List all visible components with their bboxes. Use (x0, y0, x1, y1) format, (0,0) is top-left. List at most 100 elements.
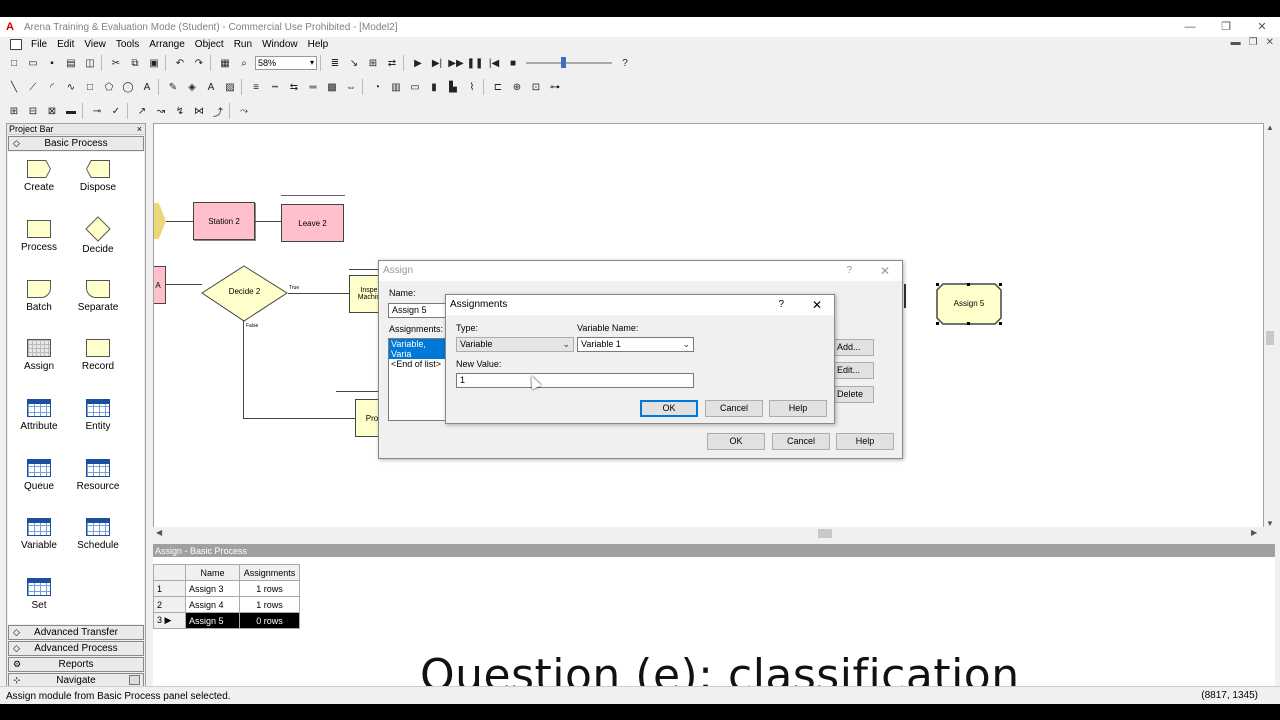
global-anim-icon[interactable]: ⊡ (528, 79, 544, 95)
decide-2-block[interactable]: Decide 2 (201, 265, 288, 322)
list-item-selected[interactable]: Variable, Varia (389, 339, 447, 359)
module-set[interactable]: Set (9, 578, 69, 611)
show-dimensions-icon[interactable]: ⇔ (343, 79, 359, 95)
submodel-icon[interactable]: ⊞ (365, 55, 381, 71)
assignments-list[interactable]: Variable, Varia <End of list> (388, 338, 448, 421)
open-icon[interactable]: ▭ (25, 55, 41, 71)
table-row[interactable]: 1 Assign 3 1 rows (153, 580, 300, 597)
list-item[interactable]: <End of list> (389, 359, 447, 369)
histogram-icon[interactable]: ▙ (445, 79, 461, 95)
undo-icon[interactable]: ↶ (172, 55, 188, 71)
assignments-cell[interactable]: 1 rows (239, 580, 300, 597)
segment-icon[interactable]: ↝ (153, 103, 169, 119)
route-icon[interactable]: ↗ (134, 103, 150, 119)
polyline-icon[interactable]: ⟋ (25, 79, 41, 95)
variable-name-select[interactable]: Variable 1 ⌄ (577, 337, 694, 352)
help-button[interactable]: Help (769, 400, 827, 417)
canvas-horizontal-scrollbar[interactable]: ◀ ▶ (153, 527, 1264, 540)
line-width-icon[interactable]: ≡ (248, 79, 264, 95)
panel-reports[interactable]: ⚙ Reports (8, 657, 144, 672)
module-variable[interactable]: Variable (9, 518, 69, 551)
seize-icon[interactable]: ⊟ (25, 103, 41, 119)
mdi-restore-icon[interactable]: ❐ (1249, 37, 1258, 48)
text-color-icon[interactable]: A (203, 79, 219, 95)
storage-icon[interactable]: ⊞ (6, 103, 22, 119)
cut-icon[interactable]: ✂ (108, 55, 124, 71)
menu-file[interactable]: File (26, 39, 52, 50)
row-number[interactable]: 2 (153, 596, 186, 613)
help-button[interactable]: Help (836, 433, 894, 450)
bezier-icon[interactable]: ∿ (63, 79, 79, 95)
parking-icon[interactable]: ⊠ (44, 103, 60, 119)
assignments-cell[interactable]: 1 rows (239, 596, 300, 613)
promote-path-icon[interactable]: ⤴ (210, 103, 226, 119)
row-number[interactable]: 1 (153, 580, 186, 597)
station-icon[interactable]: ⊸ (89, 103, 105, 119)
scroll-down-icon[interactable]: ▼ (1266, 519, 1274, 528)
module-batch[interactable]: Batch (9, 280, 69, 313)
arrow-style-icon[interactable]: ⇆ (286, 79, 302, 95)
leave-2-block[interactable]: Leave 2 (281, 204, 344, 242)
module-resource[interactable]: Resource (68, 459, 128, 492)
row-number[interactable]: 3 ▶ (153, 612, 186, 629)
animate-connectors-icon[interactable]: ⤳ (236, 103, 252, 119)
line-icon[interactable]: ╲ (6, 79, 22, 95)
menu-edit[interactable]: Edit (52, 39, 79, 50)
box-icon[interactable]: □ (82, 79, 98, 95)
background-color-icon[interactable]: ▨ (222, 79, 238, 95)
scroll-thumb[interactable] (818, 529, 832, 538)
line-style-icon[interactable]: ┅ (267, 79, 283, 95)
menu-window[interactable]: Window (257, 39, 303, 50)
close-icon[interactable]: ✕ (880, 261, 890, 281)
animation-speed-slider[interactable] (524, 56, 614, 70)
context-help-icon[interactable]: ? (617, 55, 633, 71)
assign-5-block[interactable]: Assign 5 (936, 283, 1002, 325)
menu-object[interactable]: Object (190, 39, 229, 50)
scroll-thumb[interactable] (1266, 331, 1274, 345)
thumbnail-icon[interactable] (129, 675, 140, 685)
ok-button[interactable]: OK (640, 400, 698, 417)
scroll-right-icon[interactable]: ▶ (1251, 528, 1257, 537)
line-pattern-icon[interactable]: ═ (305, 79, 321, 95)
menu-arrange[interactable]: Arrange (144, 39, 190, 50)
pause-icon[interactable]: ❚❚ (467, 55, 484, 71)
zoom-select[interactable]: 58% (255, 56, 317, 70)
canvas-vertical-scrollbar[interactable]: ▲ ▼ (1264, 123, 1276, 531)
variable-icon[interactable]: ▭ (407, 79, 423, 95)
document-icon[interactable] (10, 39, 22, 50)
assignments-cell[interactable]: 0 rows (239, 612, 300, 629)
module-attribute[interactable]: Attribute (9, 399, 69, 432)
redo-icon[interactable]: ↷ (191, 55, 207, 71)
help-icon[interactable]: ? (846, 261, 852, 281)
minimize-button[interactable]: — (1172, 17, 1208, 37)
scroll-up-icon[interactable]: ▲ (1266, 123, 1274, 132)
close-button[interactable]: ✕ (1244, 17, 1280, 37)
paste-icon[interactable]: ▣ (146, 55, 162, 71)
add-button[interactable]: Add... (834, 339, 874, 356)
module-dispose[interactable]: Dispose (68, 160, 128, 193)
go-icon[interactable]: ▶ (410, 55, 426, 71)
module-separate[interactable]: Separate (68, 280, 128, 313)
column-header-name[interactable]: Name (185, 564, 240, 581)
intersection-icon[interactable]: ✓ (108, 103, 124, 119)
menu-view[interactable]: View (79, 39, 111, 50)
name-cell[interactable]: Assign 5 (185, 612, 240, 629)
help-icon[interactable]: ? (778, 295, 784, 315)
resource-anim-icon[interactable]: ⊕ (509, 79, 525, 95)
ok-button[interactable]: OK (707, 433, 765, 450)
print-preview-icon[interactable]: ◫ (82, 55, 98, 71)
partial-station-block[interactable] (154, 203, 166, 239)
delete-button[interactable]: Delete (834, 386, 874, 403)
partial-block-a[interactable]: A (154, 266, 166, 304)
station-2-block[interactable]: Station 2 (193, 202, 255, 240)
module-decide[interactable]: Decide (68, 216, 128, 255)
column-header-assignments[interactable]: Assignments (239, 564, 300, 581)
arc-icon[interactable]: ◜ (44, 79, 60, 95)
stop-icon[interactable]: ■ (505, 55, 521, 71)
mdi-minimize-icon[interactable]: ▬ (1231, 37, 1241, 48)
print-icon[interactable]: ▤ (63, 55, 79, 71)
layers-icon[interactable]: ≣ (327, 55, 343, 71)
clock-icon[interactable]: ◔ (369, 79, 385, 95)
date-icon[interactable]: ▥ (388, 79, 404, 95)
copy-icon[interactable]: ⧉ (127, 55, 143, 71)
